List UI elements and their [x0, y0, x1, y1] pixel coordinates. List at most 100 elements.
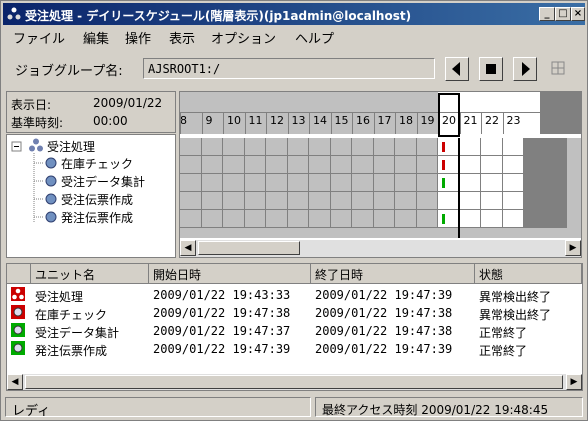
grid-cell[interactable] [201, 174, 223, 192]
list-scroll-right-button[interactable]: ▶ [566, 374, 582, 390]
grid-cell[interactable] [481, 138, 503, 156]
execution-bar[interactable] [442, 178, 445, 188]
grid-cell[interactable] [309, 138, 331, 156]
grid-cell[interactable] [545, 138, 567, 156]
grid-cell[interactable] [373, 192, 395, 210]
grid-cell[interactable] [524, 138, 546, 156]
next-button[interactable] [513, 57, 537, 81]
title-bar[interactable]: 受注処理 - デイリースケジュール(階層表示)(jp1admin@localho… [3, 3, 585, 25]
tree-item-purchase-slip[interactable]: 発注伝票作成 [61, 209, 133, 226]
grid-cell[interactable] [223, 210, 245, 228]
grid-cell[interactable] [502, 138, 524, 156]
grid-cell[interactable] [309, 192, 331, 210]
grid-cell[interactable] [352, 174, 374, 192]
tree-item-stock-check[interactable]: 在庫チェック [61, 155, 133, 172]
grid-cell[interactable] [395, 192, 417, 210]
col-unit-name[interactable]: ユニット名 [31, 264, 149, 284]
col-status[interactable]: 状態 [475, 264, 582, 284]
grid-cell[interactable] [352, 156, 374, 174]
grid-cell[interactable] [395, 174, 417, 192]
grid-cell[interactable] [524, 174, 546, 192]
grid-cell[interactable] [223, 192, 245, 210]
grid-cell[interactable] [330, 138, 352, 156]
list-hscrollbar[interactable]: ◀ ▶ [7, 374, 582, 390]
table-row[interactable]: 在庫チェック 2009/01/22 19:47:38 2009/01/22 19:4… [7, 304, 582, 322]
grid-cell[interactable] [545, 192, 567, 210]
grid-cell[interactable] [459, 138, 481, 156]
close-button[interactable]: × [571, 7, 585, 21]
grid-cell[interactable] [352, 192, 374, 210]
tree-root-jobnet[interactable]: 受注処理 [47, 138, 95, 155]
grid-cell[interactable] [309, 174, 331, 192]
list-scroll-thumb[interactable] [25, 375, 563, 389]
grid-cell[interactable] [545, 174, 567, 192]
grid-cell[interactable] [223, 156, 245, 174]
grid-cell[interactable] [545, 210, 567, 228]
grid-cell[interactable] [287, 210, 309, 228]
menu-file[interactable]: ファイル [13, 28, 65, 47]
grid-cell[interactable] [502, 174, 524, 192]
grid-cell[interactable] [244, 138, 266, 156]
grid-cell[interactable] [416, 138, 438, 156]
menu-help[interactable]: ヘルプ [295, 28, 334, 47]
grid-cell[interactable] [395, 210, 417, 228]
table-row[interactable]: 受注データ集計 2009/01/22 19:47:37 2009/01/22 19:… [7, 322, 582, 340]
grid-cell[interactable] [352, 210, 374, 228]
grid-cell[interactable] [330, 156, 352, 174]
grid-cell[interactable] [395, 156, 417, 174]
grid-cell[interactable] [481, 174, 503, 192]
menu-view[interactable]: 表示 [169, 28, 195, 47]
grid-cell[interactable] [201, 156, 223, 174]
grid-cell[interactable] [459, 192, 481, 210]
grid-cell[interactable] [330, 210, 352, 228]
list-scroll-left-button[interactable]: ◀ [7, 374, 23, 390]
grid-cell[interactable] [287, 138, 309, 156]
grid-cell[interactable] [459, 156, 481, 174]
grid-cell[interactable] [438, 192, 460, 210]
grid-cell[interactable] [481, 156, 503, 174]
grid-cell[interactable] [180, 192, 202, 210]
scroll-thumb[interactable] [198, 241, 300, 255]
scroll-left-button[interactable]: ◀ [180, 240, 196, 256]
grid-cell[interactable] [416, 192, 438, 210]
grid-cell[interactable] [244, 210, 266, 228]
grid-cell[interactable] [373, 138, 395, 156]
grid-cell[interactable] [201, 210, 223, 228]
grid-cell[interactable] [481, 210, 503, 228]
grid-cell[interactable] [180, 138, 202, 156]
grid-cell[interactable] [459, 174, 481, 192]
grid-cell[interactable] [244, 192, 266, 210]
maximize-button[interactable]: □ [555, 7, 571, 21]
grid-cell[interactable] [266, 210, 288, 228]
tree-item-order-data[interactable]: 受注データ集計 [61, 173, 145, 190]
grid-cell[interactable] [524, 210, 546, 228]
prev-button[interactable] [445, 57, 469, 81]
grid-cell[interactable] [244, 156, 266, 174]
menu-operation[interactable]: 操作 [125, 28, 151, 47]
grid-cell[interactable] [502, 210, 524, 228]
grid-cell[interactable] [201, 138, 223, 156]
grid-cell[interactable] [180, 210, 202, 228]
grid-cell[interactable] [244, 174, 266, 192]
grid-cell[interactable] [330, 174, 352, 192]
grid-cell[interactable] [180, 156, 202, 174]
grid-cell[interactable] [373, 210, 395, 228]
calendar-hscrollbar[interactable]: ◀ ▶ [180, 240, 581, 257]
execution-bar[interactable] [442, 214, 445, 224]
grid-cell[interactable] [524, 156, 546, 174]
execution-bar[interactable] [442, 160, 445, 170]
grid-cell[interactable] [309, 210, 331, 228]
grid-cell[interactable] [309, 156, 331, 174]
execution-bar[interactable] [442, 142, 445, 152]
minimize-button[interactable]: _ [539, 7, 555, 21]
grid-cell[interactable] [287, 192, 309, 210]
grid-cell[interactable] [502, 192, 524, 210]
grid-cell[interactable] [223, 138, 245, 156]
grid-cell[interactable] [330, 192, 352, 210]
menu-options[interactable]: オプション [211, 28, 276, 47]
jobgroup-path-field[interactable]: AJSROOT1:/ [143, 58, 435, 79]
grid-cell[interactable] [201, 192, 223, 210]
grid-cell[interactable] [481, 192, 503, 210]
scroll-right-button[interactable]: ▶ [565, 240, 581, 256]
tree-item-order-slip[interactable]: 受注伝票作成 [61, 191, 133, 208]
